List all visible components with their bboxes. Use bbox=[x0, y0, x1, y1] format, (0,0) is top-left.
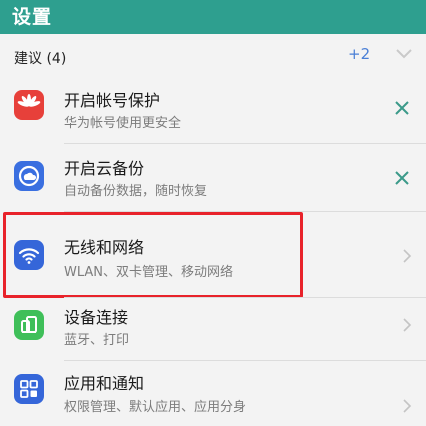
suggestion-item-account-protection[interactable]: 开启帐号保护 华为帐号使用更安全 bbox=[0, 78, 426, 140]
highlight-box bbox=[3, 212, 303, 298]
chevron-right-icon bbox=[403, 399, 412, 413]
item-title: 开启帐号保护 bbox=[64, 91, 161, 110]
settings-item-apps-notifications[interactable]: 应用和通知 权限管理、默认应用、应用分身 bbox=[0, 362, 426, 426]
item-title: 应用和通知 bbox=[64, 374, 145, 393]
chevron-right-icon bbox=[403, 318, 412, 332]
item-title: 设备连接 bbox=[64, 308, 129, 327]
divider bbox=[64, 143, 426, 144]
close-icon[interactable] bbox=[392, 98, 412, 118]
app-header: 设置 bbox=[0, 0, 426, 34]
page-title: 设置 bbox=[12, 6, 53, 28]
item-subtitle: 蓝牙、打印 bbox=[64, 333, 130, 348]
huawei-logo-icon bbox=[14, 90, 44, 120]
divider bbox=[64, 297, 426, 298]
chevron-right-icon bbox=[403, 249, 412, 263]
suggestions-label: 建议 (4) bbox=[14, 51, 67, 67]
suggestions-more-count: +2 bbox=[348, 45, 371, 63]
divider bbox=[64, 360, 426, 361]
cloud-backup-icon bbox=[14, 161, 44, 191]
close-icon[interactable] bbox=[392, 168, 412, 188]
item-subtitle: 权限管理、默认应用、应用分身 bbox=[64, 400, 247, 415]
settings-item-device-connection[interactable]: 设备连接 蓝牙、打印 bbox=[0, 300, 426, 360]
chevron-down-icon[interactable] bbox=[394, 47, 414, 61]
device-connect-icon bbox=[14, 310, 44, 340]
suggestion-item-cloud-backup[interactable]: 开启云备份 自动备份数据，随时恢复 bbox=[0, 146, 426, 210]
apps-grid-icon bbox=[14, 374, 44, 404]
item-title: 开启云备份 bbox=[64, 159, 145, 178]
suggestions-header[interactable]: 建议 (4) +2 bbox=[0, 34, 426, 78]
item-subtitle: 华为帐号使用更安全 bbox=[64, 116, 182, 131]
item-subtitle: 自动备份数据，随时恢复 bbox=[64, 184, 208, 199]
